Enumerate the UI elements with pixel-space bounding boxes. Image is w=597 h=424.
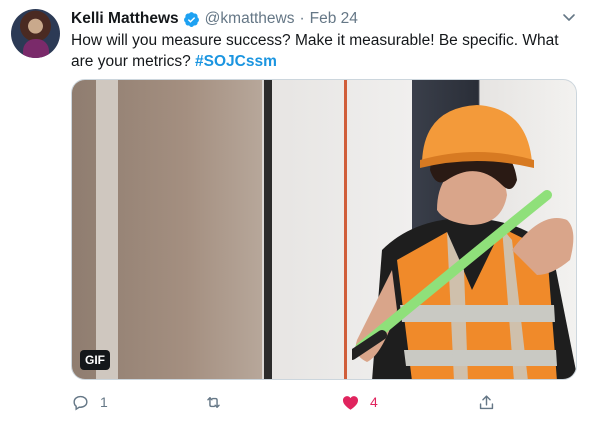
gif-badge: GIF <box>80 350 110 370</box>
avatar[interactable] <box>11 9 60 58</box>
tweet-header: Kelli Matthews @kmatthews · Feb 24 <box>71 9 358 29</box>
tweet-date[interactable]: Feb 24 <box>310 10 358 28</box>
gif-image <box>352 105 576 379</box>
retweet-icon <box>207 396 220 408</box>
separator-dot: · <box>299 10 305 27</box>
reply-count: 1 <box>100 394 108 410</box>
action-bar: 1 4 <box>71 391 577 413</box>
tweet-body: How will you measure success? Make it me… <box>71 32 559 70</box>
reply-button[interactable]: 1 <box>71 391 108 413</box>
hashtag-link[interactable]: #SOJCssm <box>195 53 277 70</box>
verified-badge-icon <box>183 11 199 27</box>
gif-media[interactable] <box>71 79 577 380</box>
like-button[interactable]: 4 <box>341 391 378 413</box>
retweet-button[interactable] <box>204 391 233 413</box>
like-count: 4 <box>370 394 378 410</box>
share-icon <box>479 394 494 409</box>
caret-down-icon[interactable] <box>561 9 577 25</box>
tweet-card[interactable]: Kelli Matthews @kmatthews · Feb 24 How w… <box>0 0 597 424</box>
reply-icon <box>73 395 88 411</box>
author-handle[interactable]: @kmatthews <box>205 10 295 28</box>
author-name[interactable]: Kelli Matthews <box>71 10 179 28</box>
tweet-text: How will you measure success? Make it me… <box>71 31 576 72</box>
share-button[interactable] <box>477 391 496 413</box>
heart-icon <box>342 395 359 410</box>
